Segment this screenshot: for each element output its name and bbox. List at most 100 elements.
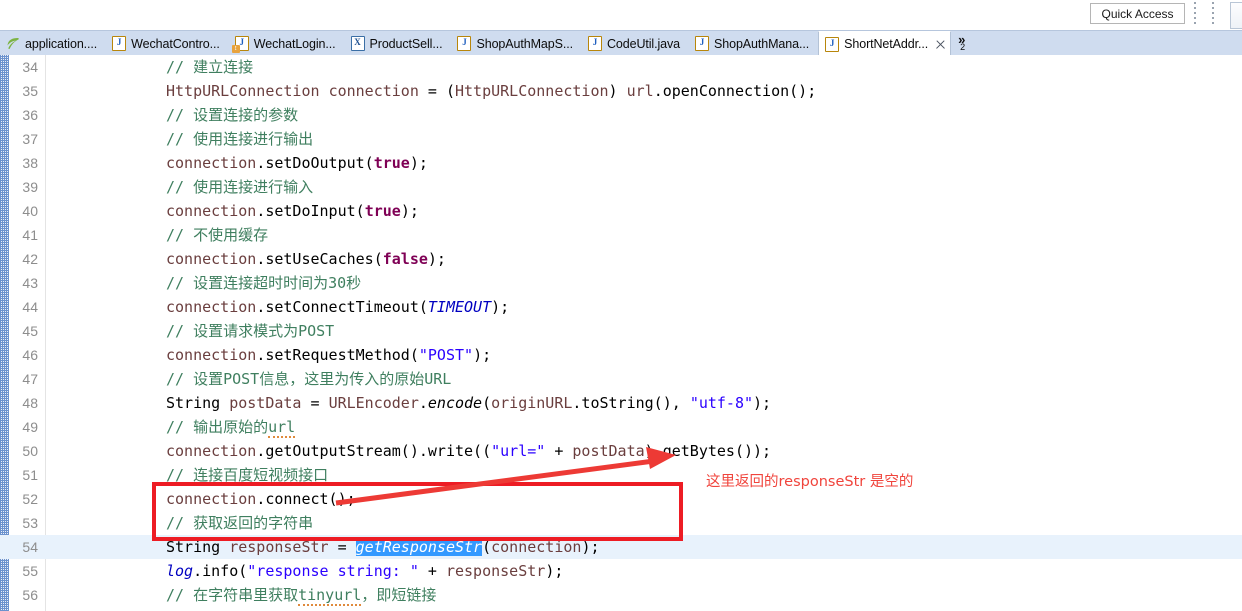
line-number: 43 xyxy=(22,275,38,291)
line-number: 34 xyxy=(22,59,38,75)
java-file-icon: J xyxy=(695,36,710,51)
code-line[interactable]: 40 connection.setDoInput(true); xyxy=(0,199,1242,223)
line-source: // 使用连接进行输入 xyxy=(166,178,314,196)
line-number: 47 xyxy=(22,371,38,387)
code-line-highlighted[interactable]: 54 String responseStr = getResponseStr(c… xyxy=(0,535,1242,559)
line-source: String responseStr = getResponseStr(conn… xyxy=(166,538,600,556)
line-number: 36 xyxy=(22,107,38,123)
perspective-switcher-edge[interactable] xyxy=(1230,2,1242,29)
code-line[interactable]: 45 // 设置请求模式为POST xyxy=(0,319,1242,343)
line-number: 54 xyxy=(22,539,38,555)
line-source: connection.setConnectTimeout(TIMEOUT); xyxy=(166,298,510,316)
line-number: 40 xyxy=(22,203,38,219)
line-source: HttpURLConnection connection = (HttpURLC… xyxy=(166,82,817,100)
editor-tab-label: ShortNetAddr... xyxy=(844,37,929,51)
line-source: // 连接百度短视频接口 xyxy=(166,466,329,484)
line-source: // 设置连接的参数 xyxy=(166,106,299,124)
code-line[interactable]: 47 // 设置POST信息，这里为传入的原始URL xyxy=(0,367,1242,391)
eclipse-editor-window: Quick Access application.... J WechatCon… xyxy=(0,0,1242,611)
code-line[interactable]: 39 // 使用连接进行输入 xyxy=(0,175,1242,199)
editor-tab-label: WechatContro... xyxy=(131,36,220,51)
editor-tab-label: ProductSell... xyxy=(369,36,443,51)
editor-tab-label: application.... xyxy=(25,36,98,51)
code-line[interactable]: 43 // 设置连接超时时间为30秒 xyxy=(0,271,1242,295)
code-line[interactable]: 37 // 使用连接进行输出 xyxy=(0,127,1242,151)
code-line[interactable]: 49 // 输出原始的url xyxy=(0,415,1242,439)
toolbar-drag-handle-left[interactable] xyxy=(1192,2,1198,26)
line-number: 44 xyxy=(22,299,38,315)
code-line[interactable]: 53 // 获取返回的字符串 xyxy=(0,511,1242,535)
tab-overflow-count: 2 xyxy=(960,42,966,52)
code-line[interactable]: 41 // 不使用缓存 xyxy=(0,223,1242,247)
java-file-icon: J xyxy=(825,36,840,52)
selected-token[interactable]: getResponseStr xyxy=(355,538,483,556)
code-line[interactable]: 36 // 设置连接的参数 xyxy=(0,103,1242,127)
editor-tab-bar: application.... J WechatContro... J Wech… xyxy=(0,30,1242,57)
code-line[interactable]: 35 HttpURLConnection connection = (HttpU… xyxy=(0,79,1242,103)
close-icon[interactable] xyxy=(935,39,946,50)
line-number: 55 xyxy=(22,563,38,579)
line-number: 46 xyxy=(22,347,38,363)
source-editor[interactable]: 34 // 建立连接 35 HttpURLConnection connecti… xyxy=(0,55,1242,611)
editor-tab-productsell[interactable]: X ProductSell... xyxy=(345,31,452,56)
line-number: 51 xyxy=(22,467,38,483)
code-line[interactable]: 51 // 连接百度短视频接口 xyxy=(0,463,1242,487)
editor-tab-label: ShopAuthMapS... xyxy=(476,36,573,51)
code-line[interactable]: 55 log.info("response string: " + respon… xyxy=(0,559,1242,583)
line-source: // 不使用缓存 xyxy=(166,226,269,244)
line-number: 52 xyxy=(22,491,38,507)
line-source: connection.setRequestMethod("POST"); xyxy=(166,346,492,364)
editor-tab-application[interactable]: application.... xyxy=(0,31,106,56)
editor-tab-codeutil[interactable]: J CodeUtil.java xyxy=(582,31,689,56)
code-line[interactable]: 46 connection.setRequestMethod("POST"); xyxy=(0,343,1242,367)
quick-access-label: Quick Access xyxy=(1101,6,1174,21)
line-number: 41 xyxy=(22,227,38,243)
line-source: // 设置POST信息，这里为传入的原始URL xyxy=(166,370,452,388)
quick-access-field[interactable]: Quick Access xyxy=(1090,3,1185,24)
line-source: tinyUrl = getValueByKey(responseStr, "ti… xyxy=(48,607,600,611)
line-number: 35 xyxy=(22,83,38,99)
line-source: connection.setDoInput(true); xyxy=(166,202,419,220)
editor-tab-label: CodeUtil.java xyxy=(606,36,681,51)
leaf-icon xyxy=(6,37,20,50)
editor-tab-shortnetaddress[interactable]: J ShortNetAddr... xyxy=(818,31,952,57)
line-source: // 使用连接进行输出 xyxy=(166,130,314,148)
line-source: log.info("response string: " + responseS… xyxy=(166,562,564,580)
code-line[interactable]: 34 // 建立连接 xyxy=(0,55,1242,79)
code-line[interactable]: 56 // 在字符串里获取tinyurl，即短链接 xyxy=(0,583,1242,607)
java-file-warning-icon: J xyxy=(231,36,249,53)
toolbar-drag-handle-right[interactable] xyxy=(1210,2,1216,26)
line-number: 50 xyxy=(22,443,38,459)
code-line[interactable]: 57 tinyUrl = getValueByKey(responseStr, … xyxy=(0,607,1242,611)
line-source: // 设置连接超时时间为30秒 xyxy=(166,274,362,292)
line-number: 48 xyxy=(22,395,38,411)
editor-tab-shopauthmanager[interactable]: J ShopAuthMana... xyxy=(689,31,818,56)
line-number: 42 xyxy=(22,251,38,267)
editor-tab-shopauthmapservice[interactable]: J ShopAuthMapS... xyxy=(451,31,581,56)
line-number: 57 xyxy=(0,607,38,611)
editor-tab-wechatcontroller[interactable]: J WechatContro... xyxy=(106,31,229,56)
code-line[interactable]: 42 connection.setUseCaches(false); xyxy=(0,247,1242,271)
code-area[interactable]: 34 // 建立连接 35 HttpURLConnection connecti… xyxy=(0,55,1242,611)
line-source: connection.setDoOutput(true); xyxy=(166,154,428,172)
java-file-icon: J xyxy=(457,36,472,51)
line-source: // 建立连接 xyxy=(166,58,254,76)
line-source: // 在字符串里获取tinyurl，即短链接 xyxy=(166,586,437,606)
line-source: connection.getOutputStream().write(("url… xyxy=(166,442,772,460)
code-line[interactable]: 48 String postData = URLEncoder.encode(o… xyxy=(0,391,1242,415)
main-toolbar: Quick Access xyxy=(0,0,1242,30)
line-number: 39 xyxy=(22,179,38,195)
editor-tab-label: ShopAuthMana... xyxy=(714,36,810,51)
line-number: 56 xyxy=(22,587,38,603)
code-line[interactable]: 44 connection.setConnectTimeout(TIMEOUT)… xyxy=(0,295,1242,319)
tab-overflow-chevron[interactable]: » 2 xyxy=(951,31,971,57)
line-source: // 获取返回的字符串 xyxy=(166,514,314,532)
line-source: String postData = URLEncoder.encode(orig… xyxy=(166,394,772,412)
line-source: connection.setUseCaches(false); xyxy=(166,250,446,268)
code-line[interactable]: 50 connection.getOutputStream().write(("… xyxy=(0,439,1242,463)
code-line[interactable]: 38 connection.setDoOutput(true); xyxy=(0,151,1242,175)
line-number: 49 xyxy=(22,419,38,435)
editor-tab-list: application.... J WechatContro... J Wech… xyxy=(0,31,971,57)
editor-tab-wechatlogin[interactable]: J WechatLogin... xyxy=(229,31,345,56)
code-line[interactable]: 52 connection.connect(); xyxy=(0,487,1242,511)
